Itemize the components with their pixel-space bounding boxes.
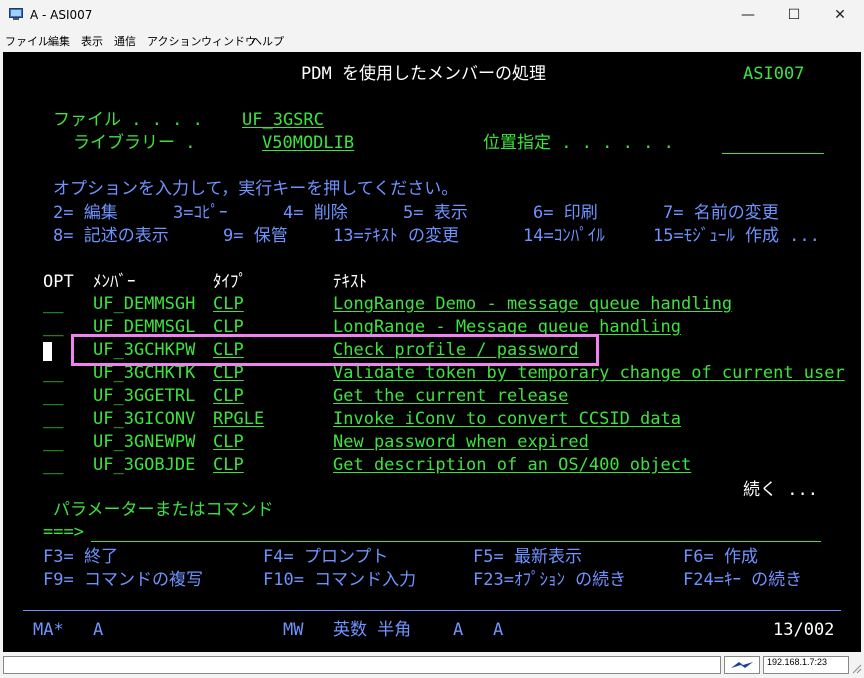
row-text: LongRange Demo - message queue handling [333,294,733,314]
fkey-f10[interactable]: F10= コマンド入力 [263,570,416,590]
option-3: 3=ｺﾋﾟｰ [173,203,228,223]
file-label: ファイル . . . . [53,110,203,130]
more-indicator: 続く ... [743,480,818,500]
col-type: ﾀｲﾌﾟ [213,272,247,292]
fkey-f23[interactable]: F23=ｵﾌﾟｼｮﾝ の続き [473,570,626,590]
option-4: 4= 削除 [283,203,348,223]
oia-input-mode: 英数 半角 [333,620,412,640]
option-6: 6= 印刷 [533,203,598,223]
option-5: 5= 表示 [403,203,468,223]
row-text: Validate token by temporary change of cu… [333,363,845,383]
menu-communication[interactable]: 通信 [114,33,136,49]
row-type: RPGLE [213,409,265,429]
row-opt[interactable]: __ [43,317,63,337]
option-9: 9= 保管 [223,226,288,246]
instructions: オプションを入力して，実行キーを押してください。 [53,179,459,199]
command-input[interactable] [91,541,821,542]
row-opt[interactable]: __ [43,432,63,452]
system-name: ASI007 [743,64,805,84]
oia-shift-a: A [453,620,464,640]
close-button[interactable]: ✕ [817,0,863,30]
selection-highlight [71,334,599,366]
window-title: A - ASI007 [30,8,93,22]
text-cursor [43,342,52,360]
row-opt[interactable]: __ [43,386,63,406]
fkey-f3[interactable]: F3= 終了 [43,547,118,567]
connection-icon [731,662,753,668]
row-text: Get the current release [333,386,569,406]
option-2: 2= 編集 [53,203,118,223]
title-bar: A - ASI007 — ☐ ✕ [0,0,864,30]
row-type: CLP [213,386,244,406]
row-member: UF_3GCHKTK [93,363,196,383]
col-text: ﾃｷｽﾄ [333,272,367,292]
row-text: New password when expired [333,432,589,452]
row-opt[interactable]: __ [43,455,63,475]
col-member: ﾒﾝﾊﾞｰ [93,272,136,292]
file-value: UF_3GSRC [242,110,324,130]
param-label: パラメーターまたはコマンド [53,500,274,520]
row-type: CLP [213,294,244,314]
connection-indicator [724,656,760,674]
position-input[interactable] [722,153,824,154]
status-message-area [3,656,721,674]
row-type: CLP [213,432,244,452]
maximize-button[interactable]: ☐ [771,0,817,30]
row-member: UF_3GOBJDE [93,455,196,475]
row-member: UF_DEMMSGH [93,294,196,314]
oia-session: A [93,620,104,640]
option-13: 13=ﾃｷｽﾄ の変更 [333,226,459,246]
row-member: UF_3GICONV [93,409,196,429]
menu-view[interactable]: 表示 [81,33,103,49]
fkey-f9[interactable]: F9= コマンドの複写 [43,570,203,590]
row-member: UF_3GGETRL [93,386,196,406]
terminal-screen[interactable]: PDM を使用したメンバーの処理 ASI007 ファイル . . . . UF_… [3,52,861,652]
library-label: ライブラリー . [73,133,196,153]
status-bar: 192.168.1.7:23 [0,652,864,678]
row-text: Get description of an OS/400 object [333,455,692,475]
resize-grip-icon[interactable] [850,662,862,674]
menu-file[interactable]: ファイル [5,33,49,49]
option-7: 7= 名前の変更 [663,203,779,223]
minimize-button[interactable]: — [725,0,771,30]
fkey-f6[interactable]: F6= 作成 [683,547,758,567]
library-value: V50MODLIB [262,133,355,153]
oia-mw: MW [283,620,304,640]
fkey-f24[interactable]: F24=ｷｰ の続き [683,570,802,590]
row-text: Invoke iConv to convert CCSID data [333,409,681,429]
row-opt-underline [43,360,52,361]
row-opt[interactable]: __ [43,294,63,314]
option-15: 15=ﾓｼﾞｭｰﾙ 作成 ... [653,226,820,246]
row-opt[interactable]: __ [43,409,63,429]
menu-action[interactable]: アクション [147,33,201,49]
screen-header: PDM を使用したメンバーの処理 [301,64,546,84]
terminal-app-icon [9,8,23,20]
menu-edit[interactable]: 編集 [48,33,70,49]
row-member: UF_3GNEWPW [93,432,196,452]
oia-shift-b: A [493,620,504,640]
option-8: 8= 記述の表示 [53,226,169,246]
menu-window[interactable]: ウィンドウ [201,33,256,49]
position-label: 位置指定 . . . . . . [483,133,674,153]
oia-cursor-position: 13/002 [773,620,835,640]
menu-help[interactable]: ヘルプ [251,33,284,49]
fkey-f5[interactable]: F5= 最新表示 [473,547,582,567]
row-opt[interactable]: __ [43,363,63,383]
oia-status: MA* [33,620,64,640]
host-address: 192.168.1.7:23 [767,657,828,667]
menu-bar: ファイル 編集 表示 通信 アクション ウィンドウ ヘルプ [0,30,864,50]
oia-divider [23,610,841,611]
row-type: CLP [213,455,244,475]
row-type: CLP [213,363,244,383]
fkey-f4[interactable]: F4= プロンプト [263,547,388,567]
col-opt: OPT [43,272,74,292]
option-14: 14=ｺﾝﾊﾟｲﾙ [523,226,605,246]
command-prompt: ===> [43,522,84,542]
